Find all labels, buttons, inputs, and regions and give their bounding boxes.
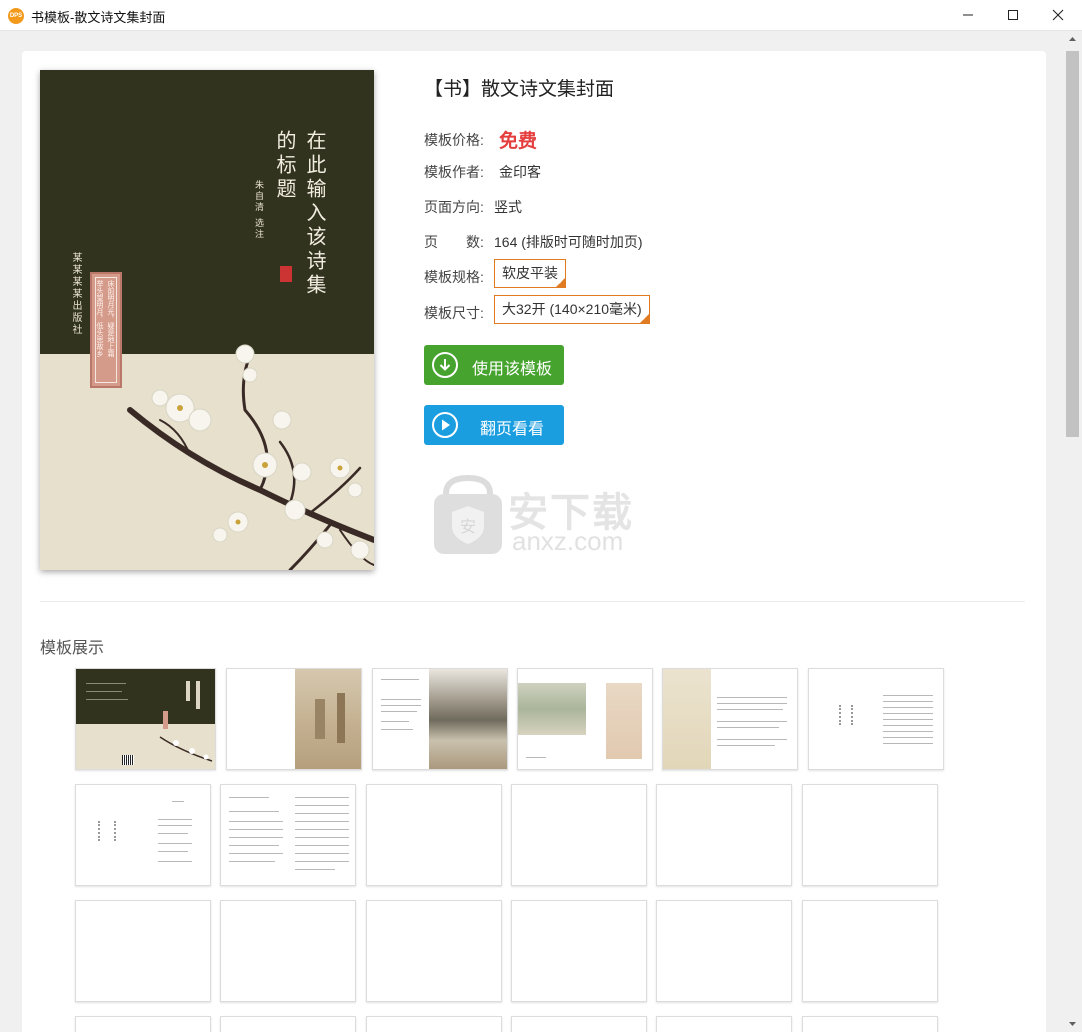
vertical-scrollbar[interactable]: [1064, 31, 1081, 1032]
page-thumbnail[interactable]: [517, 668, 653, 770]
plum-blossom-illustration: [127, 344, 374, 570]
size-row: 模板尺寸:: [424, 303, 484, 323]
orientation-label: 页面方向:: [424, 199, 484, 215]
shield-bag-icon: 安: [434, 474, 502, 554]
size-label: 模板尺寸:: [424, 305, 484, 321]
template-title: 【书】散文诗文集封面: [424, 79, 615, 100]
page-thumbnail[interactable]: [75, 1016, 211, 1032]
price-value: 免费: [499, 131, 538, 152]
flip-preview-label: 翻页看看: [480, 421, 545, 438]
scrollbar-thumb[interactable]: [1066, 51, 1079, 437]
author-label: 模板作者:: [424, 164, 484, 180]
page-thumbnail[interactable]: [75, 668, 216, 770]
page-thumbnail[interactable]: [75, 784, 211, 886]
cover-preview-image: 在此输入该诗集 的标题 朱自清 选注 某某某某出版社 床前明月光，疑是地上霜 举…: [40, 70, 374, 570]
page-thumbnail[interactable]: [662, 668, 798, 770]
price-label: 模板价格:: [424, 132, 484, 148]
spec-label: 模板规格:: [424, 269, 484, 285]
use-template-label: 使用该模板: [472, 361, 553, 378]
scroll-up-button[interactable]: [1064, 31, 1081, 48]
download-icon: [432, 352, 458, 378]
app-logo-icon: DPS: [8, 8, 24, 24]
checkmark-icon: ✓: [558, 279, 564, 286]
page-thumbnail[interactable]: [220, 784, 356, 886]
author-value: 金印客: [499, 164, 541, 180]
price-row: 模板价格:: [424, 130, 484, 150]
page-thumbnail[interactable]: [802, 784, 938, 886]
title-bar: DPS 书模板-散文诗文集封面: [0, 0, 1082, 31]
page-thumbnail[interactable]: [220, 1016, 356, 1032]
checkmark-icon: ✓: [641, 315, 648, 322]
spec-option-selected[interactable]: 软皮平装 ✓: [494, 259, 566, 288]
arrow-down-icon: [1069, 1022, 1076, 1026]
orientation-row: 页面方向:: [424, 197, 484, 217]
showcase-title: 模板展示: [40, 640, 105, 657]
spec-option-label: 软皮平装: [502, 265, 558, 281]
section-divider: [40, 601, 1025, 602]
scroll-down-button[interactable]: [1064, 1015, 1081, 1032]
spec-row: 模板规格:: [424, 267, 484, 287]
page-thumbnail[interactable]: [656, 900, 792, 1002]
pages-value: 164 (排版时可随时加页): [494, 234, 643, 250]
orientation-value: 竖式: [494, 199, 522, 215]
page-thumbnail[interactable]: [366, 900, 502, 1002]
page-thumbnail[interactable]: [802, 900, 938, 1002]
minimize-button[interactable]: [945, 0, 991, 31]
page-thumbnail[interactable]: [656, 1016, 792, 1032]
page-thumbnail[interactable]: [808, 668, 944, 770]
page-thumbnail[interactable]: [511, 784, 647, 886]
watermark-logo: 安 安下载 anxz.com: [432, 470, 652, 560]
arrow-up-icon: [1069, 37, 1076, 41]
page-thumbnail[interactable]: [511, 1016, 647, 1032]
flip-preview-button[interactable]: 翻页看看: [424, 405, 564, 445]
page-thumbnail[interactable]: [226, 668, 362, 770]
page-thumbnail[interactable]: [802, 1016, 938, 1032]
page-thumbnail[interactable]: [656, 784, 792, 886]
page-thumbnail[interactable]: [511, 900, 647, 1002]
use-template-button[interactable]: 使用该模板: [424, 345, 564, 385]
minimize-icon: [963, 14, 973, 16]
svg-text:安: 安: [460, 517, 476, 536]
close-icon: [1052, 9, 1064, 21]
play-icon: [432, 412, 458, 438]
maximize-icon: [1008, 10, 1018, 20]
author-row: 模板作者:: [424, 162, 484, 182]
pages-label: 页 数:: [424, 234, 484, 250]
pages-row: 页 数:: [424, 232, 484, 252]
window-title: 书模板-散文诗文集封面: [31, 10, 166, 25]
size-option-selected[interactable]: 大32开 (140×210毫米) ✓: [494, 295, 650, 324]
page-thumbnail[interactable]: [366, 1016, 502, 1032]
page-thumbnail[interactable]: [220, 900, 356, 1002]
maximize-button[interactable]: [990, 0, 1036, 31]
page-thumbnail[interactable]: [366, 784, 502, 886]
page-thumbnail[interactable]: [372, 668, 508, 770]
size-option-label: 大32开 (140×210毫米): [502, 301, 642, 317]
close-button[interactable]: [1035, 0, 1081, 31]
watermark-text-en: anxz.com: [512, 526, 624, 556]
page-thumbnail[interactable]: [75, 900, 211, 1002]
